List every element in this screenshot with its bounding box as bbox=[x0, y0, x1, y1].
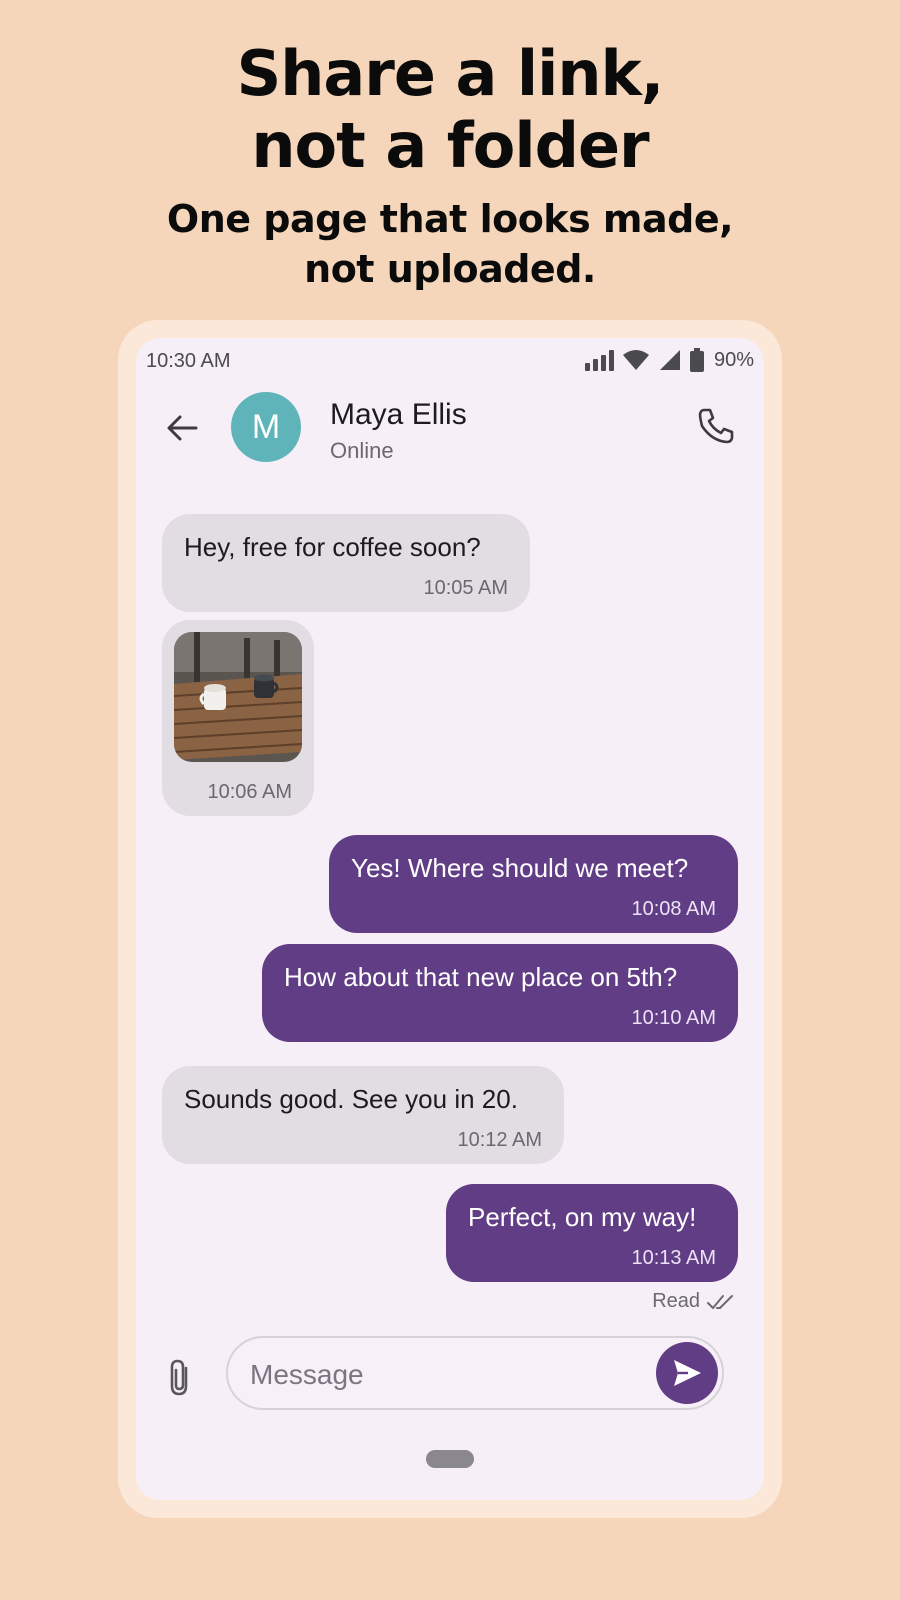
message-time: 10:13 AM bbox=[631, 1247, 716, 1269]
back-button[interactable] bbox=[162, 408, 202, 448]
status-time: 10:30 AM bbox=[146, 350, 231, 372]
avatar[interactable]: M bbox=[231, 392, 301, 462]
attach-button[interactable] bbox=[164, 1358, 198, 1398]
message-time: 10:12 AM bbox=[457, 1129, 542, 1151]
message-placeholder: Message bbox=[250, 1359, 364, 1390]
message-bubble-outgoing[interactable]: How about that new place on 5th? 10:10 A… bbox=[262, 944, 738, 1042]
coffee-photo-image bbox=[174, 632, 302, 762]
battery-icon bbox=[689, 348, 704, 372]
headline-line-2: not a folder bbox=[251, 109, 649, 182]
message-bubble-outgoing[interactable]: Yes! Where should we meet? 10:08 AM bbox=[329, 835, 738, 933]
message-bubble-incoming-image[interactable]: 10:06 AM bbox=[162, 620, 314, 816]
wifi-icon bbox=[622, 350, 649, 370]
paperclip-icon bbox=[170, 1359, 188, 1396]
message-composer: Message bbox=[136, 1306, 764, 1410]
chat-header: M Maya Ellis Online bbox=[136, 388, 764, 468]
call-button[interactable] bbox=[694, 404, 738, 448]
message-time: 10:06 AM bbox=[207, 781, 292, 803]
contact-status: Online bbox=[330, 438, 394, 463]
message-text: Perfect, on my way! bbox=[468, 1202, 697, 1232]
message-time: 10:10 AM bbox=[631, 1007, 716, 1029]
promo-subhead: One page that looks made, not uploaded. bbox=[0, 194, 900, 294]
message-bubble-incoming[interactable]: Hey, free for coffee soon? 10:05 AM bbox=[162, 514, 530, 612]
cell-signal-icon bbox=[659, 350, 680, 370]
message-text: How about that new place on 5th? bbox=[284, 962, 678, 992]
battery-percent: 90% bbox=[713, 348, 754, 371]
message-text: Hey, free for coffee soon? bbox=[184, 532, 481, 562]
message-input[interactable]: Message bbox=[226, 1336, 724, 1410]
send-icon bbox=[674, 1360, 701, 1386]
message-text: Yes! Where should we meet? bbox=[351, 853, 689, 883]
status-icons: 90% bbox=[584, 348, 754, 372]
contact-name[interactable]: Maya Ellis bbox=[330, 398, 467, 432]
message-time: 10:08 AM bbox=[631, 898, 716, 920]
status-bar: 10:30 AM 90% bbox=[136, 338, 764, 386]
home-indicator[interactable] bbox=[426, 1450, 474, 1468]
phone-icon bbox=[698, 408, 734, 444]
phone-screen: 10:30 AM 90% M Maya Ellis Online Hey, fr… bbox=[136, 338, 764, 1500]
signal-bars-icon bbox=[584, 350, 614, 371]
message-text: Sounds good. See you in 20. bbox=[184, 1084, 518, 1114]
subhead-line-1: One page that looks made, bbox=[166, 197, 734, 241]
message-time: 10:05 AM bbox=[423, 577, 508, 599]
message-bubble-incoming[interactable]: Sounds good. See you in 20. 10:12 AM bbox=[162, 1066, 564, 1164]
subhead-line-2: not uploaded. bbox=[304, 247, 596, 291]
back-arrow-icon bbox=[167, 415, 198, 441]
shared-photo[interactable] bbox=[174, 632, 302, 762]
send-button[interactable] bbox=[656, 1342, 718, 1404]
promo-headline: Share a link, not a folder bbox=[0, 38, 900, 182]
message-bubble-outgoing[interactable]: Perfect, on my way! 10:13 AM bbox=[446, 1184, 738, 1282]
headline-line-1: Share a link, bbox=[236, 37, 665, 110]
